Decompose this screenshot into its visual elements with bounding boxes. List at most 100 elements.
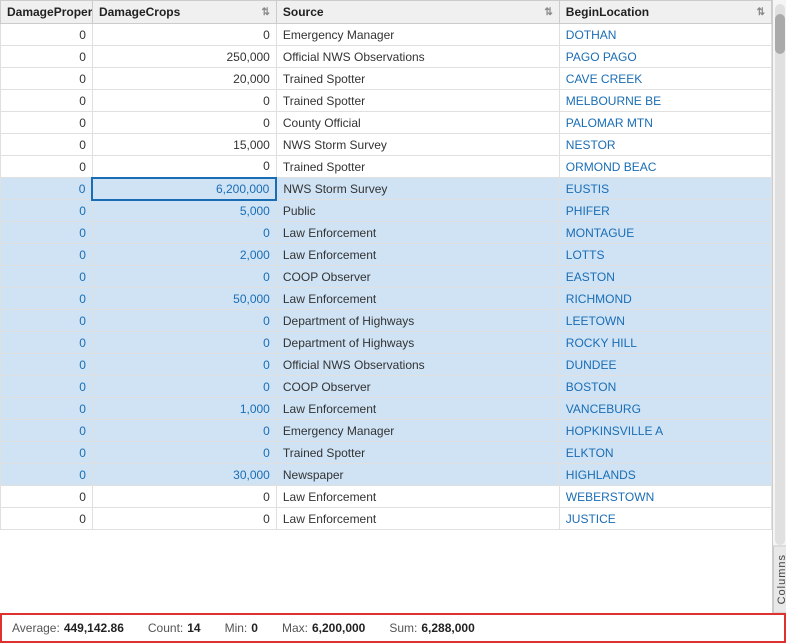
cell-dmg-prop[interactable]: 0 — [1, 354, 93, 376]
cell-dmg-crops[interactable]: 6,200,000 — [92, 178, 276, 200]
table-row[interactable]: 00Official NWS ObservationsDUNDEE — [1, 354, 772, 376]
cell-dmg-prop[interactable]: 0 — [1, 68, 93, 90]
cell-begin-loc[interactable]: LEETOWN — [559, 310, 771, 332]
cell-begin-loc[interactable]: PHIFER — [559, 200, 771, 222]
cell-dmg-prop[interactable]: 0 — [1, 464, 93, 486]
cell-dmg-prop[interactable]: 0 — [1, 244, 93, 266]
cell-dmg-prop[interactable]: 0 — [1, 156, 93, 178]
cell-dmg-crops[interactable]: 5,000 — [92, 200, 276, 222]
table-row[interactable]: 00County OfficialPALOMAR MTN — [1, 112, 772, 134]
cell-begin-loc[interactable]: RICHMOND — [559, 288, 771, 310]
cell-dmg-crops[interactable]: 2,000 — [92, 244, 276, 266]
cell-dmg-prop[interactable]: 0 — [1, 288, 93, 310]
cell-begin-loc[interactable]: JUSTICE — [559, 508, 771, 530]
cell-dmg-crops[interactable]: 20,000 — [92, 68, 276, 90]
cell-dmg-crops[interactable]: 0 — [92, 332, 276, 354]
cell-dmg-prop[interactable]: 0 — [1, 24, 93, 46]
cell-begin-loc[interactable]: EUSTIS — [559, 178, 771, 200]
table-row[interactable]: 00Emergency ManagerHOPKINSVILLE A — [1, 420, 772, 442]
cell-dmg-crops[interactable]: 0 — [92, 508, 276, 530]
cell-dmg-crops[interactable]: 0 — [92, 420, 276, 442]
col-header-begin-loc[interactable]: BeginLocation ⇅ — [559, 1, 771, 24]
table-row[interactable]: 00Trained SpotterORMOND BEAC — [1, 156, 772, 178]
table-row[interactable]: 05,000PublicPHIFER — [1, 200, 772, 222]
cell-dmg-crops[interactable]: 0 — [92, 112, 276, 134]
table-row[interactable]: 015,000NWS Storm SurveyNESTOR — [1, 134, 772, 156]
cell-begin-loc[interactable]: CAVE CREEK — [559, 68, 771, 90]
table-row[interactable]: 020,000Trained SpotterCAVE CREEK — [1, 68, 772, 90]
table-row[interactable]: 00Law EnforcementJUSTICE — [1, 508, 772, 530]
table-row[interactable]: 00Trained SpotterMELBOURNE BE — [1, 90, 772, 112]
cell-dmg-crops[interactable]: 50,000 — [92, 288, 276, 310]
cell-dmg-prop[interactable]: 0 — [1, 178, 93, 200]
cell-begin-loc[interactable]: WEBERSTOWN — [559, 486, 771, 508]
cell-dmg-crops[interactable]: 0 — [92, 354, 276, 376]
cell-source[interactable]: Law Enforcement — [276, 398, 559, 420]
cell-begin-loc[interactable]: DOTHAN — [559, 24, 771, 46]
cell-dmg-crops[interactable]: 15,000 — [92, 134, 276, 156]
cell-dmg-crops[interactable]: 0 — [92, 90, 276, 112]
cell-source[interactable]: Department of Highways — [276, 310, 559, 332]
cell-source[interactable]: Newspaper — [276, 464, 559, 486]
table-row[interactable]: 00Law EnforcementWEBERSTOWN — [1, 486, 772, 508]
scrollbar-track[interactable] — [775, 4, 785, 545]
cell-source[interactable]: County Official — [276, 112, 559, 134]
cell-dmg-prop[interactable]: 0 — [1, 134, 93, 156]
table-row[interactable]: 00COOP ObserverEASTON — [1, 266, 772, 288]
cell-dmg-prop[interactable]: 0 — [1, 266, 93, 288]
cell-source[interactable]: Official NWS Observations — [276, 46, 559, 68]
table-row[interactable]: 02,000Law EnforcementLOTTS — [1, 244, 772, 266]
cell-begin-loc[interactable]: ELKTON — [559, 442, 771, 464]
cell-source[interactable]: Law Enforcement — [276, 222, 559, 244]
cell-source[interactable]: Department of Highways — [276, 332, 559, 354]
cell-begin-loc[interactable]: BOSTON — [559, 376, 771, 398]
cell-dmg-crops[interactable]: 0 — [92, 266, 276, 288]
cell-begin-loc[interactable]: VANCEBURG — [559, 398, 771, 420]
cell-begin-loc[interactable]: HIGHLANDS — [559, 464, 771, 486]
cell-dmg-crops[interactable]: 30,000 — [92, 464, 276, 486]
cell-dmg-prop[interactable]: 0 — [1, 508, 93, 530]
cell-begin-loc[interactable]: DUNDEE — [559, 354, 771, 376]
cell-dmg-crops[interactable]: 0 — [92, 156, 276, 178]
cell-begin-loc[interactable]: MONTAGUE — [559, 222, 771, 244]
cell-dmg-crops[interactable]: 0 — [92, 24, 276, 46]
table-scroll[interactable]: DamageProperty ⇅ DamageCrops ⇅ — [0, 0, 772, 613]
cell-dmg-prop[interactable]: 0 — [1, 310, 93, 332]
cell-begin-loc[interactable]: PAGO PAGO — [559, 46, 771, 68]
cell-source[interactable]: NWS Storm Survey — [276, 178, 559, 200]
cell-dmg-prop[interactable]: 0 — [1, 222, 93, 244]
cell-dmg-prop[interactable]: 0 — [1, 112, 93, 134]
cell-dmg-prop[interactable]: 0 — [1, 420, 93, 442]
cell-source[interactable]: NWS Storm Survey — [276, 134, 559, 156]
cell-source[interactable]: Trained Spotter — [276, 442, 559, 464]
cell-dmg-crops[interactable]: 0 — [92, 222, 276, 244]
cell-begin-loc[interactable]: ROCKY HILL — [559, 332, 771, 354]
cell-dmg-crops[interactable]: 0 — [92, 376, 276, 398]
cell-source[interactable]: Emergency Manager — [276, 24, 559, 46]
table-row[interactable]: 00Emergency ManagerDOTHAN — [1, 24, 772, 46]
cell-dmg-prop[interactable]: 0 — [1, 376, 93, 398]
table-row[interactable]: 01,000Law EnforcementVANCEBURG — [1, 398, 772, 420]
cell-source[interactable]: Trained Spotter — [276, 68, 559, 90]
cell-source[interactable]: Trained Spotter — [276, 156, 559, 178]
table-row[interactable]: 00Law EnforcementMONTAGUE — [1, 222, 772, 244]
cell-dmg-prop[interactable]: 0 — [1, 200, 93, 222]
cell-source[interactable]: Law Enforcement — [276, 244, 559, 266]
table-row[interactable]: 00COOP ObserverBOSTON — [1, 376, 772, 398]
cell-dmg-crops[interactable]: 0 — [92, 310, 276, 332]
scrollbar-area[interactable]: Columns — [772, 0, 786, 613]
col-header-dmg-crops[interactable]: DamageCrops ⇅ — [92, 1, 276, 24]
table-row[interactable]: 0250,000Official NWS ObservationsPAGO PA… — [1, 46, 772, 68]
cell-source[interactable]: Law Enforcement — [276, 288, 559, 310]
scrollbar-thumb[interactable] — [775, 14, 785, 54]
cell-begin-loc[interactable]: PALOMAR MTN — [559, 112, 771, 134]
cell-source[interactable]: Trained Spotter — [276, 90, 559, 112]
cell-dmg-prop[interactable]: 0 — [1, 332, 93, 354]
cell-begin-loc[interactable]: MELBOURNE BE — [559, 90, 771, 112]
cell-dmg-crops[interactable]: 1,000 — [92, 398, 276, 420]
cell-dmg-crops[interactable]: 250,000 — [92, 46, 276, 68]
cell-source[interactable]: COOP Observer — [276, 376, 559, 398]
columns-tab[interactable]: Columns — [773, 545, 786, 613]
col-header-dmg-prop[interactable]: DamageProperty ⇅ — [1, 1, 93, 24]
cell-source[interactable]: Law Enforcement — [276, 486, 559, 508]
